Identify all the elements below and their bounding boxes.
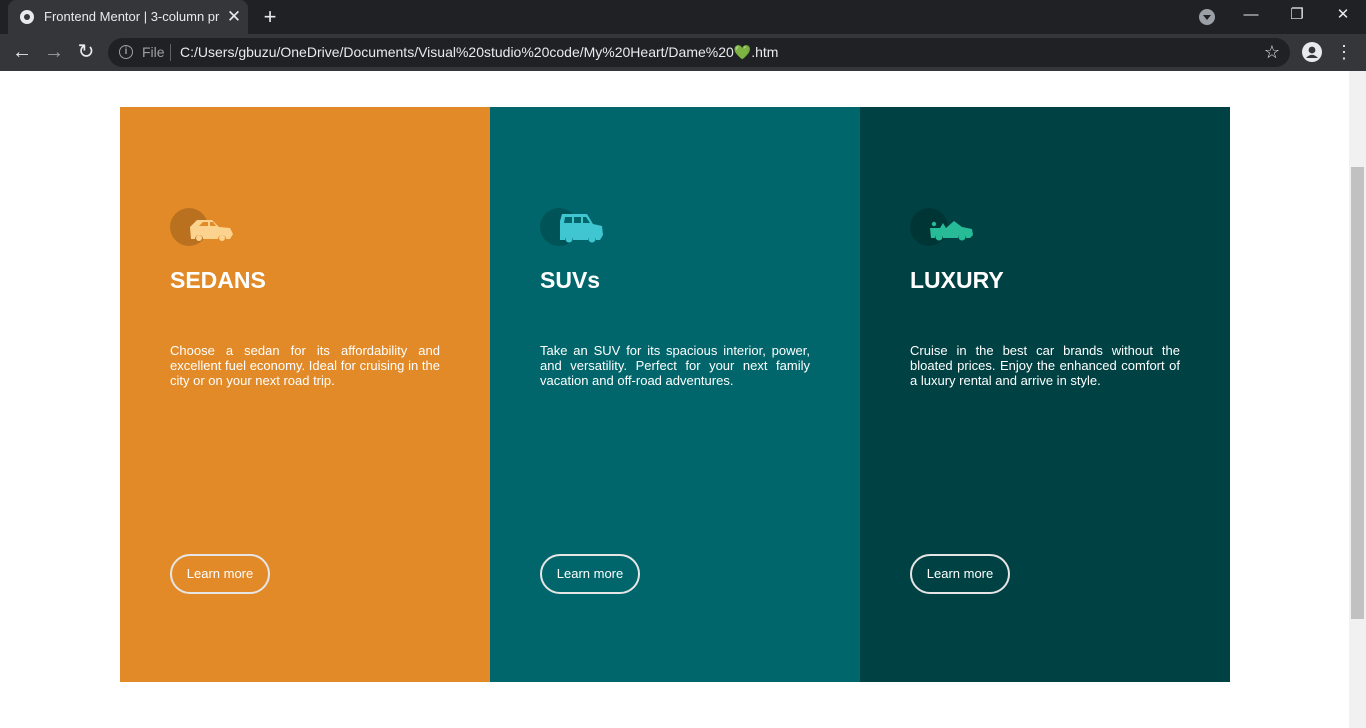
close-window-button[interactable]: ✕ <box>1320 0 1366 30</box>
forward-arrow-icon[interactable]: → <box>41 40 67 66</box>
card-description: Take an SUV for its spacious interior, p… <box>540 343 810 388</box>
card-title: LUXURY <box>910 267 1004 293</box>
url-text[interactable]: C:/Users/gbuzu/OneDrive/Documents/Visual… <box>180 44 778 61</box>
sedan-car-icon <box>170 208 233 246</box>
learn-more-button[interactable]: Learn more <box>910 554 1010 594</box>
card-description: Choose a sedan for its affordability and… <box>170 343 440 388</box>
minimize-button[interactable]: — <box>1228 0 1274 30</box>
address-separator <box>170 44 171 61</box>
back-arrow-icon[interactable]: ← <box>9 40 35 66</box>
browser-menu-icon[interactable]: ⋮ <box>1334 40 1354 64</box>
card-description: Cruise in the best car brands without th… <box>910 343 1180 388</box>
reload-icon[interactable]: ↻ <box>73 40 99 66</box>
browser-tab-bar: Frontend Mentor | 3-column preview card … <box>0 0 1366 34</box>
card-luxury: LUXURY Cruise in the best car brands wit… <box>860 107 1230 682</box>
card-suvs: SUVs Take an SUV for its spacious interi… <box>490 107 860 682</box>
page-scrollbar[interactable] <box>1349 71 1366 728</box>
url-suffix: .htm <box>751 44 779 60</box>
file-label: File <box>142 44 165 60</box>
restore-button[interactable]: ❐ <box>1274 0 1320 30</box>
card-title: SUVs <box>540 267 601 293</box>
address-bar[interactable]: i File C:/Users/gbuzu/OneDrive/Documents… <box>108 38 1290 67</box>
card-title: SEDANS <box>170 267 266 293</box>
profile-icon[interactable] <box>1302 42 1322 62</box>
learn-more-button[interactable]: Learn more <box>170 554 270 594</box>
url-path: C:/Users/gbuzu/OneDrive/Documents/Visual… <box>180 44 734 60</box>
card-sedans: SEDANS Choose a sedan for its affordabil… <box>120 107 490 682</box>
suv-car-icon <box>540 208 603 246</box>
green-heart-emoji: 💚 <box>733 44 752 60</box>
new-tab-button[interactable]: + <box>258 5 282 29</box>
browser-tab[interactable]: Frontend Mentor | 3-column preview card … <box>8 0 248 34</box>
card-row: SEDANS Choose a sedan for its affordabil… <box>120 107 1230 682</box>
tab-title: Frontend Mentor | 3-column preview card … <box>44 9 220 24</box>
learn-more-button[interactable]: Learn more <box>540 554 640 594</box>
browser-toolbar: ← → ↻ i File C:/Users/gbuzu/OneDrive/Doc… <box>0 34 1366 71</box>
info-icon[interactable]: i <box>119 45 133 59</box>
close-tab-icon[interactable]: ✕ <box>224 7 244 27</box>
favicon-icon <box>20 10 34 24</box>
convertible-car-icon <box>910 208 973 246</box>
bookmark-star-icon[interactable]: ☆ <box>1261 41 1283 63</box>
scrollbar-thumb[interactable] <box>1351 167 1364 619</box>
tab-search-icon[interactable] <box>1199 9 1215 25</box>
